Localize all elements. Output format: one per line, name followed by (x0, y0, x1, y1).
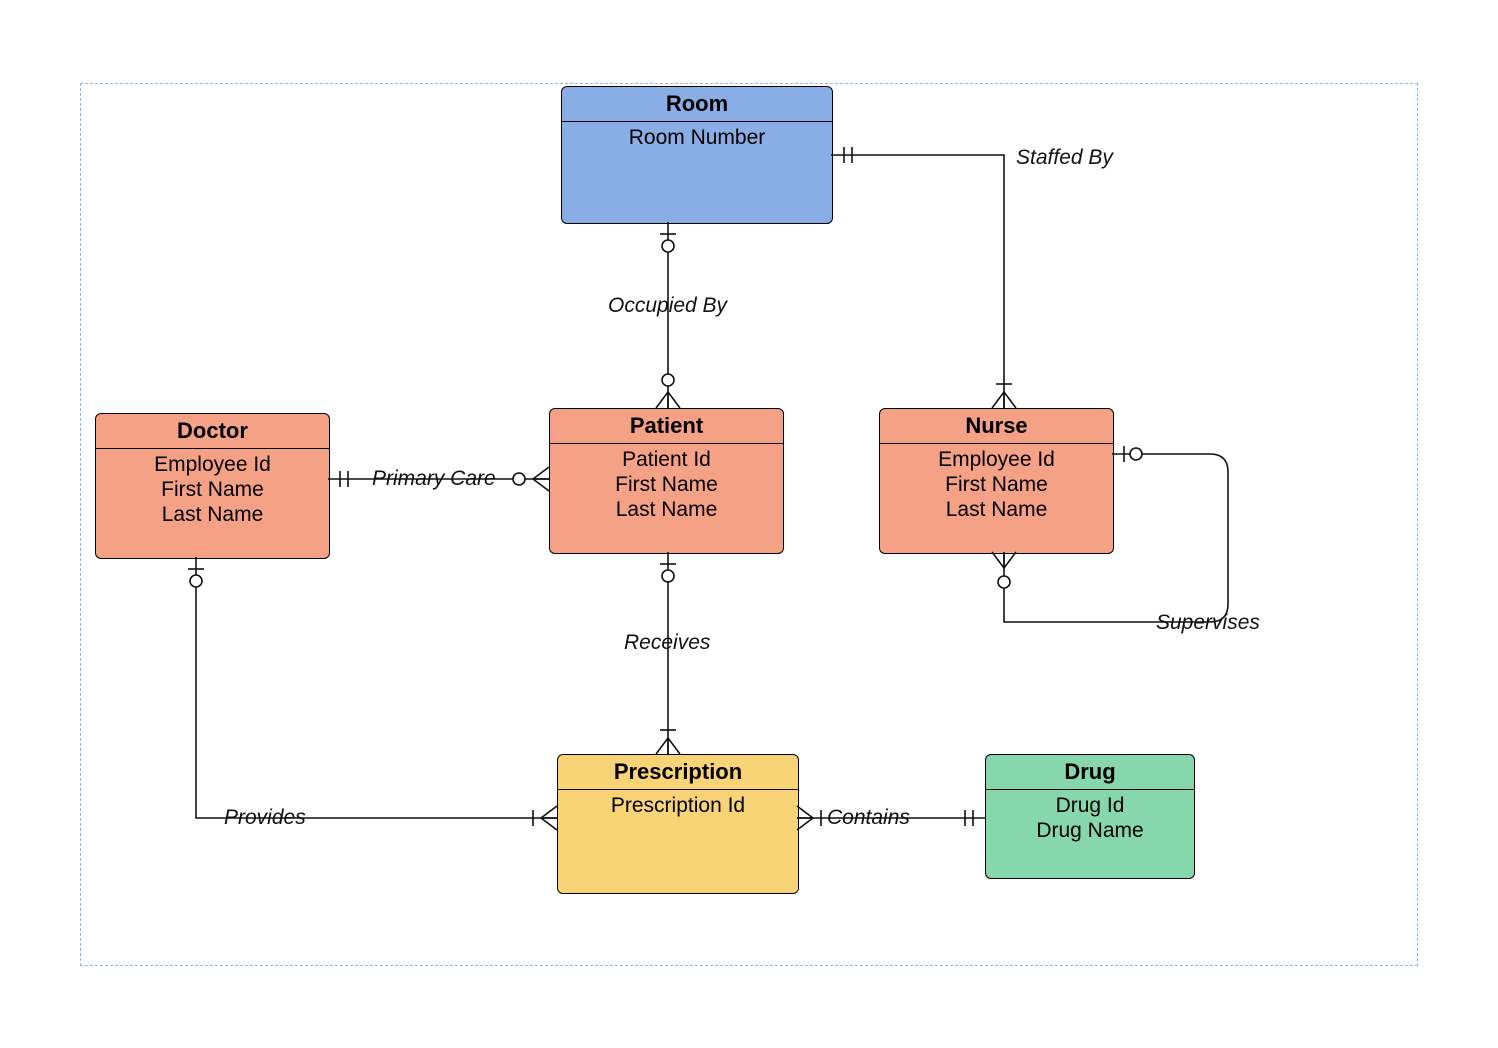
rel-label-receives: Receives (624, 631, 710, 655)
entity-nurse-attrs: Employee Id First Name Last Name (880, 444, 1113, 526)
entity-nurse[interactable]: Nurse Employee Id First Name Last Name (879, 408, 1114, 554)
entity-drug[interactable]: Drug Drug Id Drug Name (985, 754, 1195, 879)
entity-doctor-title: Doctor (96, 414, 329, 449)
entity-doctor-attrs: Employee Id First Name Last Name (96, 449, 329, 531)
er-diagram: Room Room Number Doctor Employee Id Firs… (0, 0, 1498, 1048)
rel-label-occupied-by: Occupied By (608, 294, 727, 318)
entity-drug-title: Drug (986, 755, 1194, 790)
entity-room-title: Room (562, 87, 832, 122)
entity-patient[interactable]: Patient Patient Id First Name Last Name (549, 408, 784, 554)
rel-label-provides: Provides (224, 806, 306, 830)
entity-prescription-attrs: Prescription Id (558, 790, 798, 823)
rel-label-staffed-by: Staffed By (1016, 146, 1113, 170)
entity-room[interactable]: Room Room Number (561, 86, 833, 224)
rel-label-supervises: Supervises (1156, 611, 1260, 635)
entity-prescription[interactable]: Prescription Prescription Id (557, 754, 799, 894)
entity-patient-title: Patient (550, 409, 783, 444)
entity-prescription-title: Prescription (558, 755, 798, 790)
entity-doctor[interactable]: Doctor Employee Id First Name Last Name (95, 413, 330, 559)
rel-label-contains: Contains (827, 806, 910, 830)
entity-drug-attrs: Drug Id Drug Name (986, 790, 1194, 848)
entity-nurse-title: Nurse (880, 409, 1113, 444)
entity-patient-attrs: Patient Id First Name Last Name (550, 444, 783, 526)
entity-room-attrs: Room Number (562, 122, 832, 155)
rel-label-primary-care: Primary Care (372, 467, 496, 491)
